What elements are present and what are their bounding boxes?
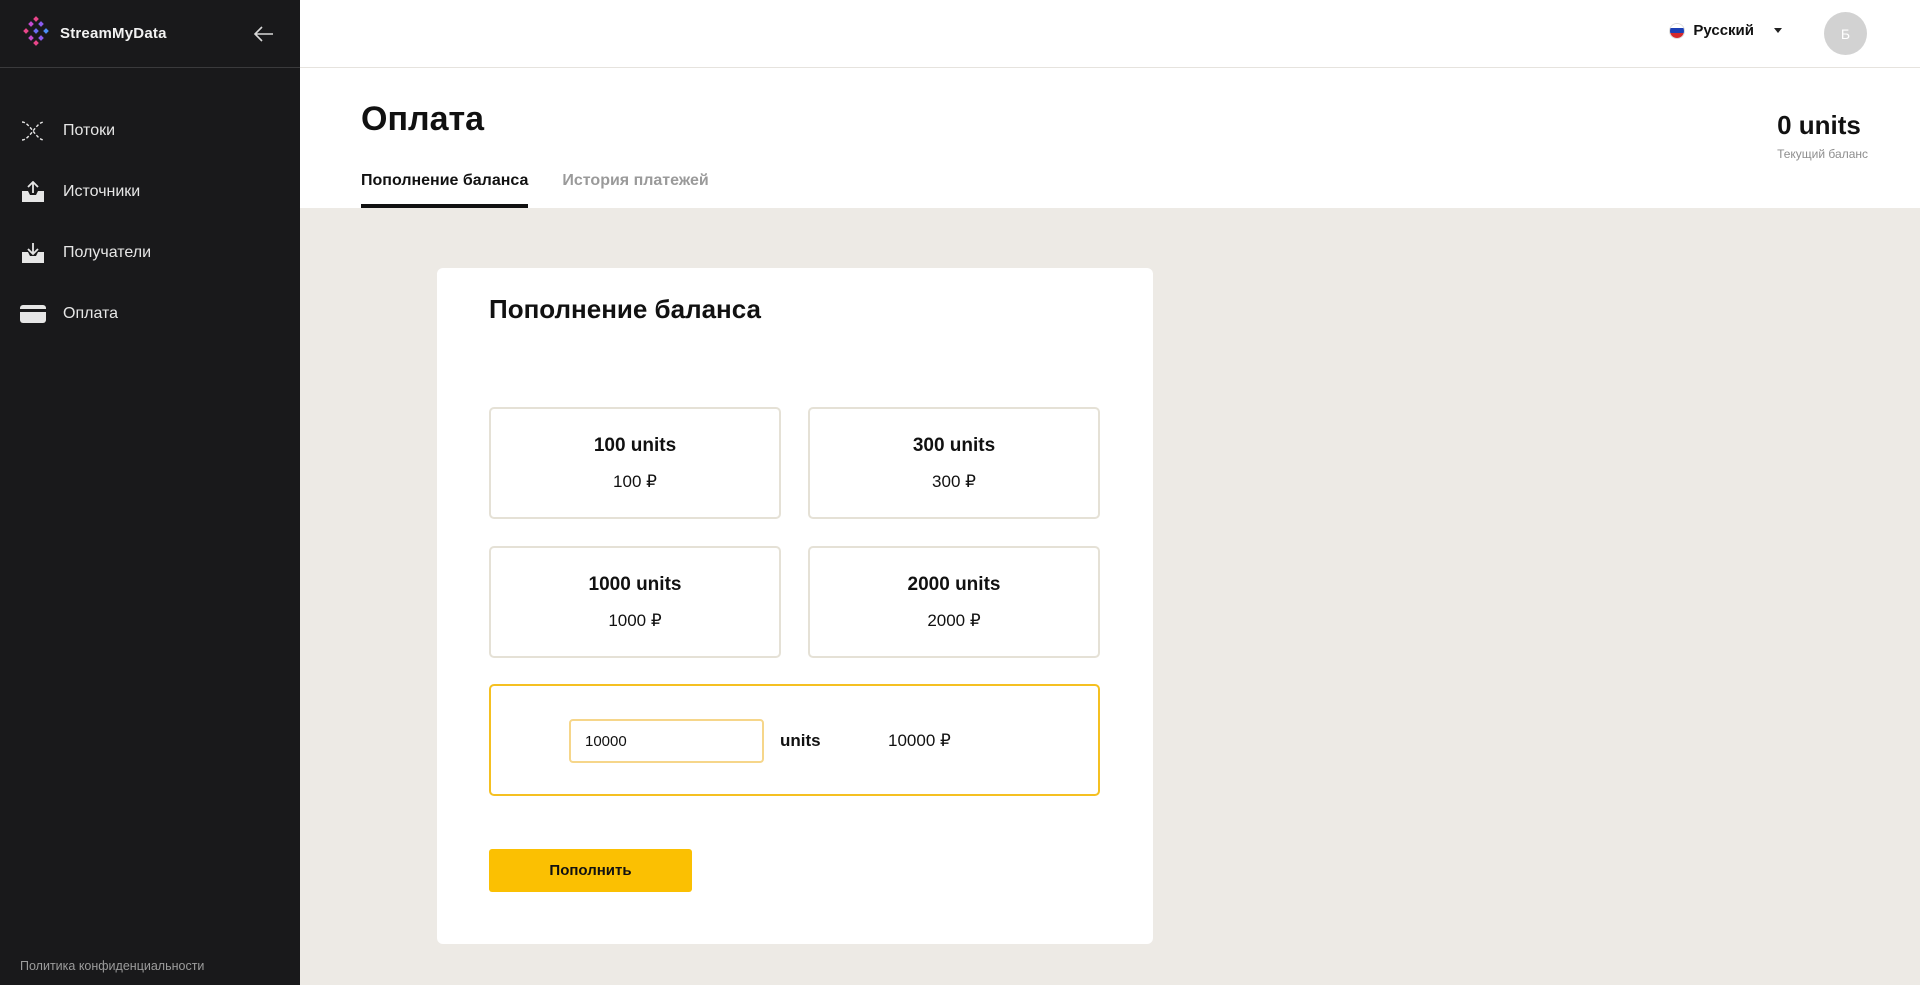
sidebar-item-label: Источники bbox=[63, 182, 141, 200]
brand-logo-icon bbox=[20, 15, 52, 52]
sidebar-item-label: Оплата bbox=[63, 304, 119, 322]
custom-price: 10000 ₽ bbox=[888, 731, 951, 750]
upload-icon bbox=[20, 179, 46, 205]
card-icon bbox=[20, 301, 46, 327]
option-units: 100 units bbox=[593, 434, 677, 456]
language-label: Русский bbox=[1693, 22, 1754, 39]
app: StreamMyData Потоки Источники Получатели… bbox=[0, 0, 1920, 985]
sidebar-item-destinations[interactable]: Получатели bbox=[0, 222, 300, 283]
amount-option-1000[interactable]: 1000 units 1000 ₽ bbox=[489, 546, 781, 658]
sidebar-item-label: Получатели bbox=[63, 243, 152, 261]
custom-amount-option[interactable]: units 10000 ₽ bbox=[489, 684, 1100, 796]
sidebar-item-sources[interactable]: Источники bbox=[0, 161, 300, 222]
amount-option-300[interactable]: 300 units 300 ₽ bbox=[808, 407, 1100, 519]
card-title: Пополнение баланса bbox=[489, 294, 761, 324]
arrow-left-icon bbox=[253, 25, 273, 42]
sidebar-header: StreamMyData bbox=[0, 0, 300, 68]
tab-top-up[interactable]: Пополнение баланса bbox=[361, 172, 529, 208]
amount-option-100[interactable]: 100 units 100 ₽ bbox=[489, 407, 781, 519]
amount-option-2000[interactable]: 2000 units 2000 ₽ bbox=[808, 546, 1100, 658]
logo[interactable]: StreamMyData bbox=[20, 15, 167, 52]
language-selector[interactable]: Русский bbox=[1669, 22, 1782, 39]
download-icon bbox=[20, 240, 46, 266]
tab-payment-history[interactable]: История платежей bbox=[562, 172, 708, 208]
top-up-card: Пополнение баланса 100 units 100 ₽ 300 u… bbox=[437, 268, 1153, 944]
russia-flag-icon bbox=[1669, 22, 1686, 39]
streams-icon bbox=[20, 118, 46, 144]
option-price: 300 ₽ bbox=[932, 471, 976, 491]
sidebar: StreamMyData Потоки Источники Получатели… bbox=[0, 0, 300, 985]
custom-units-label: units bbox=[780, 731, 821, 750]
collapse-sidebar-button[interactable] bbox=[248, 18, 280, 50]
top-up-button[interactable]: Пополнить bbox=[489, 849, 692, 892]
sidebar-nav: Потоки Источники Получатели Оплата bbox=[0, 100, 300, 344]
balance-caption: Текущий баланс bbox=[1777, 147, 1868, 161]
sidebar-item-label: Потоки bbox=[63, 121, 116, 139]
option-price: 2000 ₽ bbox=[927, 610, 981, 630]
chevron-down-icon bbox=[1774, 28, 1782, 33]
balance-block: 0 units Текущий баланс bbox=[1777, 110, 1868, 161]
topbar: Русский Б bbox=[300, 0, 1920, 68]
tabs: Пополнение баланса История платежей bbox=[361, 172, 709, 208]
option-units: 1000 units bbox=[588, 573, 682, 595]
custom-amount-input[interactable] bbox=[569, 719, 764, 763]
sidebar-item-billing[interactable]: Оплата bbox=[0, 283, 300, 344]
option-price: 1000 ₽ bbox=[608, 610, 662, 630]
avatar[interactable]: Б bbox=[1824, 12, 1867, 55]
page-title: Оплата bbox=[361, 100, 485, 138]
option-price: 100 ₽ bbox=[613, 471, 657, 491]
option-units: 300 units bbox=[912, 434, 996, 456]
option-units: 2000 units bbox=[907, 573, 1001, 595]
page-header: Оплата 0 units Текущий баланс Пополнение… bbox=[300, 68, 1920, 208]
brand-name: StreamMyData bbox=[60, 25, 167, 42]
balance-value: 0 units bbox=[1777, 110, 1861, 140]
privacy-policy-link[interactable]: Политика конфиденциальности bbox=[20, 959, 204, 973]
sidebar-item-streams[interactable]: Потоки bbox=[0, 100, 300, 161]
